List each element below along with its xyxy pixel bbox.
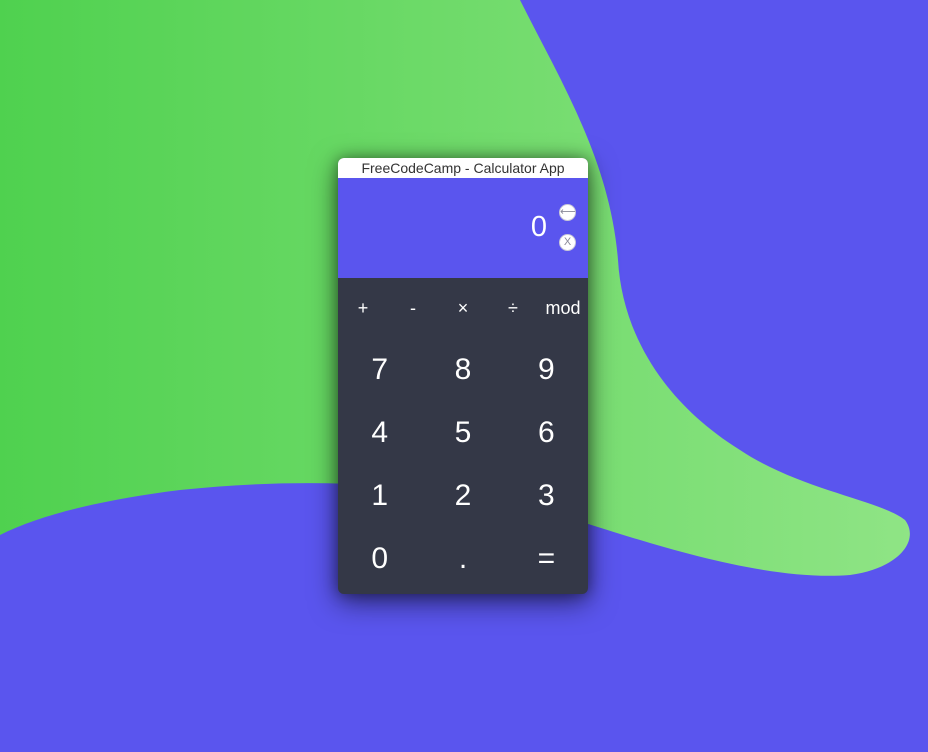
key-8[interactable]: 8 — [421, 338, 504, 401]
clear-icon: X — [563, 236, 572, 248]
window-title: FreeCodeCamp - Calculator App — [338, 158, 588, 178]
number-keypad: 7 8 9 4 5 6 1 2 3 0 . = — [338, 338, 588, 590]
equals-button[interactable]: = — [505, 527, 588, 590]
key-6[interactable]: 6 — [505, 401, 588, 464]
calculator-window: FreeCodeCamp - Calculator App 0 ⟵ X + - … — [338, 158, 588, 594]
mod-button[interactable]: mod — [538, 278, 588, 338]
subtract-button[interactable]: - — [388, 278, 438, 338]
clear-button[interactable]: X — [559, 234, 576, 251]
display-value: 0 — [530, 211, 547, 243]
decimal-point-button[interactable]: . — [421, 527, 504, 590]
key-2[interactable]: 2 — [421, 464, 504, 527]
key-7[interactable]: 7 — [338, 338, 421, 401]
key-9[interactable]: 9 — [505, 338, 588, 401]
key-4[interactable]: 4 — [338, 401, 421, 464]
operator-row: + - × ÷ mod — [338, 278, 588, 338]
multiply-button[interactable]: × — [438, 278, 488, 338]
key-1[interactable]: 1 — [338, 464, 421, 527]
key-5[interactable]: 5 — [421, 401, 504, 464]
key-0[interactable]: 0 — [338, 527, 421, 590]
backspace-button[interactable]: ⟵ — [559, 204, 576, 221]
add-button[interactable]: + — [338, 278, 388, 338]
backspace-icon: ⟵ — [560, 206, 576, 218]
key-3[interactable]: 3 — [505, 464, 588, 527]
calculator-display: 0 ⟵ X — [338, 178, 588, 278]
divide-button[interactable]: ÷ — [488, 278, 538, 338]
page-background: FreeCodeCamp - Calculator App 0 ⟵ X + - … — [0, 0, 928, 752]
